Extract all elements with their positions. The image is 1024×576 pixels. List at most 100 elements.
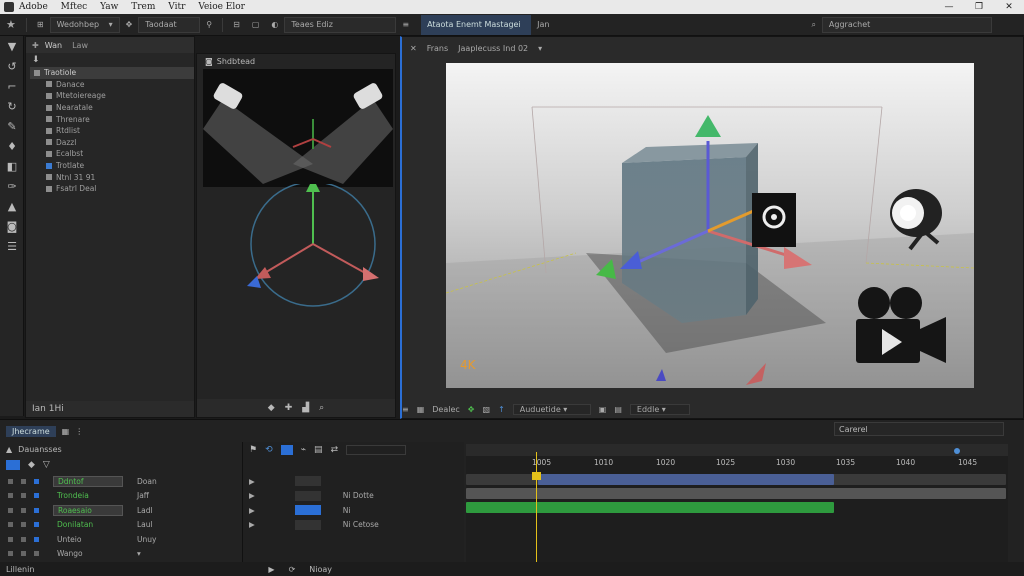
- flag-icon[interactable]: ⚑: [249, 445, 257, 455]
- close-icon[interactable]: ✕: [410, 44, 417, 53]
- layer-row[interactable]: Roaesaio Ladl: [4, 503, 240, 518]
- move-icon[interactable]: ✥: [468, 405, 475, 414]
- clip-blue[interactable]: [538, 474, 834, 485]
- tab-content-manager[interactable]: Ataota Enemt Mastagei: [421, 14, 532, 35]
- fill-tool-icon[interactable]: ▲: [0, 196, 24, 216]
- move-icon[interactable]: ✥: [120, 17, 139, 33]
- menu-item[interactable]: Vitr: [168, 2, 185, 12]
- options-icon[interactable]: ⋮: [75, 427, 83, 436]
- 3d-viewport[interactable]: 4K: [446, 63, 974, 388]
- chevron-down-icon[interactable]: ▾: [538, 44, 542, 53]
- playhead-handle[interactable]: [532, 472, 541, 480]
- tree-item[interactable]: Rtdlist: [30, 125, 194, 137]
- property-row[interactable]: ▶ Ni Dotte: [243, 489, 464, 504]
- footer-label-dealec[interactable]: Dealec: [432, 405, 460, 414]
- layer-row[interactable]: Wango ▾: [4, 547, 240, 562]
- work-area-bar[interactable]: [466, 444, 1008, 456]
- view-dropdown[interactable]: Carerel: [834, 422, 1004, 436]
- pin-icon[interactable]: ⚲: [200, 17, 218, 33]
- sliders-icon[interactable]: ⇄: [331, 445, 339, 455]
- scene-canvas[interactable]: 4K: [446, 63, 974, 388]
- lasso-tool-icon[interactable]: ↺: [0, 56, 24, 76]
- clip-green[interactable]: [466, 502, 834, 513]
- tree-item[interactable]: Mtetoiereage: [30, 90, 194, 102]
- track-row[interactable]: [466, 488, 1006, 499]
- property-row[interactable]: ▶ Ni: [243, 503, 464, 518]
- tree-item[interactable]: Trotlate: [30, 160, 194, 172]
- menu-item[interactable]: Adobe: [19, 2, 48, 12]
- tree-item[interactable]: Threnare: [30, 113, 194, 125]
- track-area[interactable]: 1005 1010 1020 1025 1030 1035 1040 1045: [466, 444, 1008, 574]
- crop-tool-icon[interactable]: ⌐: [0, 76, 24, 96]
- snap-icon[interactable]: ⊟: [227, 17, 246, 33]
- grid-icon[interactable]: ▦: [417, 405, 425, 414]
- graph-icon[interactable]: ⌁: [301, 445, 306, 455]
- menu-item[interactable]: Yaw: [100, 2, 118, 12]
- lock-icon[interactable]: ◆: [28, 460, 35, 470]
- playhead[interactable]: [536, 452, 537, 572]
- folder-icon[interactable]: ▟: [302, 403, 309, 413]
- hand-tool-icon[interactable]: ☰: [0, 236, 24, 256]
- pen-tool-icon[interactable]: ✑: [0, 176, 24, 196]
- grid-icon[interactable]: ⊞: [31, 17, 50, 33]
- property-field[interactable]: [346, 445, 407, 455]
- workspace-dropdown[interactable]: Wedohbep ▾: [49, 16, 120, 33]
- stamp-tool-icon[interactable]: ♦: [0, 136, 24, 156]
- grid-icon[interactable]: ▦: [62, 427, 70, 436]
- tab-layout[interactable]: Jaaplecuss Ind 02: [458, 44, 528, 53]
- minimize-button[interactable]: —: [938, 0, 960, 14]
- tab-frans[interactable]: Frans: [427, 44, 448, 53]
- tree-item[interactable]: Dazzl: [30, 137, 194, 149]
- search-field[interactable]: Teaes Ediz: [284, 16, 397, 33]
- filter-icon[interactable]: ▽: [43, 460, 50, 470]
- brush-tool-icon[interactable]: ✎: [0, 116, 24, 136]
- tree-item[interactable]: Nearatale: [30, 102, 194, 114]
- globe-icon[interactable]: ◐: [265, 17, 284, 33]
- transform-gizmo[interactable]: [197, 184, 397, 384]
- search-icon[interactable]: ⌕: [805, 17, 821, 33]
- tab-law[interactable]: Law: [72, 41, 88, 50]
- star-icon[interactable]: ★: [0, 17, 22, 33]
- eraser-tool-icon[interactable]: ◧: [0, 156, 24, 176]
- play-icon[interactable]: ▶: [268, 565, 274, 574]
- restore-button[interactable]: ❐: [968, 0, 990, 14]
- tab-timeline[interactable]: Jhecrame: [6, 425, 56, 437]
- property-row[interactable]: ▶ Ni Cetose: [243, 518, 464, 533]
- tree-item[interactable]: Ntnl 31 91: [30, 171, 194, 183]
- right-search-field[interactable]: Aggrachet: [821, 16, 992, 33]
- layers-icon[interactable]: ▤: [614, 405, 622, 414]
- loop-icon[interactable]: ⟳: [289, 565, 296, 574]
- arrow-up-icon[interactable]: ↑: [498, 405, 505, 414]
- menu-item[interactable]: Trem: [131, 2, 155, 12]
- layer-row[interactable]: Trondeia Jaff: [4, 489, 240, 504]
- menu-item[interactable]: Veioe Elor: [198, 2, 245, 12]
- select-tool-icon[interactable]: ▼: [0, 36, 24, 56]
- menu-icon[interactable]: ≡: [396, 17, 415, 33]
- tree-item[interactable]: Fsatrl Deal: [30, 183, 194, 195]
- close-button[interactable]: ✕: [998, 0, 1020, 14]
- keyframe-toggle[interactable]: [280, 445, 293, 455]
- tree-item[interactable]: Traotiole: [30, 67, 194, 79]
- mode-dropdown[interactable]: Taodaat: [138, 16, 201, 33]
- tab-alt[interactable]: Jan: [531, 17, 555, 33]
- rotate-tool-icon[interactable]: ↻: [0, 96, 24, 116]
- layer-row[interactable]: Unteio Unuy: [4, 532, 240, 547]
- camera-tool-icon[interactable]: ◙: [0, 216, 24, 236]
- arrow-down-icon[interactable]: ⬇: [32, 55, 40, 65]
- tab-wan[interactable]: Wan: [45, 41, 62, 50]
- add-icon[interactable]: ✚: [285, 403, 293, 413]
- edit-dropdown[interactable]: Eddle ▾: [629, 403, 690, 415]
- frame-icon[interactable]: ▧: [483, 405, 491, 414]
- layer-row[interactable]: Ddntof Doan: [4, 474, 240, 489]
- search-icon[interactable]: ⌕: [319, 403, 324, 413]
- diamond-icon[interactable]: ◆: [268, 403, 275, 413]
- table-icon[interactable]: ▤: [314, 445, 323, 455]
- camera-icon[interactable]: ▣: [599, 405, 607, 414]
- square-icon[interactable]: ▢: [246, 17, 266, 33]
- menu-item[interactable]: Mftec: [61, 2, 88, 12]
- visibility-toggle[interactable]: [6, 460, 20, 470]
- audio-dropdown[interactable]: Auduetide ▾: [512, 403, 591, 415]
- link-icon[interactable]: ⟲: [265, 445, 273, 455]
- chevron-down-icon[interactable]: ▾: [137, 549, 141, 558]
- list-icon[interactable]: ≡: [402, 405, 409, 414]
